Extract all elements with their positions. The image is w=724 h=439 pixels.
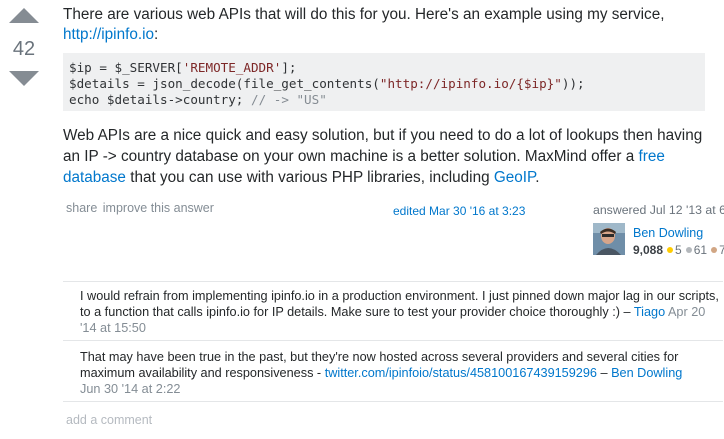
silver-badge-count: 61 xyxy=(693,243,708,257)
intro-colon: : xyxy=(154,26,159,43)
code-line-3: echo $details->country; xyxy=(69,92,251,107)
comment: I would refrain from implementing ipinfo… xyxy=(80,288,723,336)
geoip-link[interactable]: GeoIP xyxy=(494,169,535,186)
intro-text: There are various web APIs that will do … xyxy=(63,6,665,23)
code-line-1-end: ]; xyxy=(281,60,297,75)
code-string: "http://ipinfo.io/{$ip}" xyxy=(379,76,562,91)
comment-tweet-link[interactable]: twitter.com/ipinfoio/status/458100167439… xyxy=(325,366,597,380)
share-link[interactable]: share xyxy=(66,201,97,215)
post-menu: share improve this answer xyxy=(66,201,216,215)
user-avatar[interactable] xyxy=(593,223,625,255)
comment: That may have been true in the past, but… xyxy=(80,349,723,397)
gold-badge-icon xyxy=(667,247,674,254)
intro-paragraph: There are various web APIs that will do … xyxy=(63,5,723,45)
user-name-link[interactable]: Ben Dowling xyxy=(633,226,703,240)
code-line-1: $ip = $_SERVER[ xyxy=(69,60,183,75)
gold-badge-count: 5 xyxy=(675,243,682,257)
solution-text-mid: that you can use with various PHP librar… xyxy=(125,169,494,186)
improve-answer-link[interactable]: improve this answer xyxy=(103,201,214,215)
code-line-2-end: )); xyxy=(561,76,585,91)
upvote-arrow-icon[interactable] xyxy=(9,8,39,23)
code-comment: // -> "US" xyxy=(250,92,327,107)
code-line-2: $details = json_decode(file_get_contents… xyxy=(69,76,380,91)
bronze-badge-icon xyxy=(711,247,718,254)
solution-text: Web APIs are a nice quick and easy solut… xyxy=(63,127,703,165)
user-stats: 9,088 5 61 78 xyxy=(633,243,724,257)
user-card: answered Jul 12 '13 at 6:00 Ben Dowling … xyxy=(593,203,724,257)
comment-user-link[interactable]: Tiago xyxy=(634,305,665,319)
reputation-score: 9,088 xyxy=(633,243,664,257)
downvote-arrow-icon[interactable] xyxy=(9,71,39,86)
comments-section: I would refrain from implementing ipinfo… xyxy=(63,281,723,402)
solution-paragraph: Web APIs are a nice quick and easy solut… xyxy=(63,125,723,188)
comment-user-link[interactable]: Ben Dowling xyxy=(611,366,682,380)
comment-date[interactable]: Jun 30 '14 at 2:22 xyxy=(80,382,180,396)
comment-dash: – xyxy=(596,366,612,380)
add-comment-link[interactable]: add a comment xyxy=(66,413,152,427)
vote-count: 42 xyxy=(12,38,36,60)
bronze-badge-count: 78 xyxy=(719,243,724,257)
solution-period: . xyxy=(535,169,540,186)
comment-text: I would refrain from implementing ipinfo… xyxy=(80,289,719,319)
silver-badge-icon xyxy=(685,247,692,254)
code-block: $ip = $_SERVER['REMOTE_ADDR']; $details … xyxy=(63,53,705,111)
ipinfo-link[interactable]: http://ipinfo.io xyxy=(63,26,154,43)
answered-timestamp: answered Jul 12 '13 at 6:00 xyxy=(593,203,724,217)
comment-divider xyxy=(63,340,723,341)
comment-divider xyxy=(63,401,723,402)
edited-timestamp-link[interactable]: edited Mar 30 '16 at 3:23 xyxy=(393,204,525,218)
code-string: 'REMOTE_ADDR' xyxy=(182,60,282,75)
